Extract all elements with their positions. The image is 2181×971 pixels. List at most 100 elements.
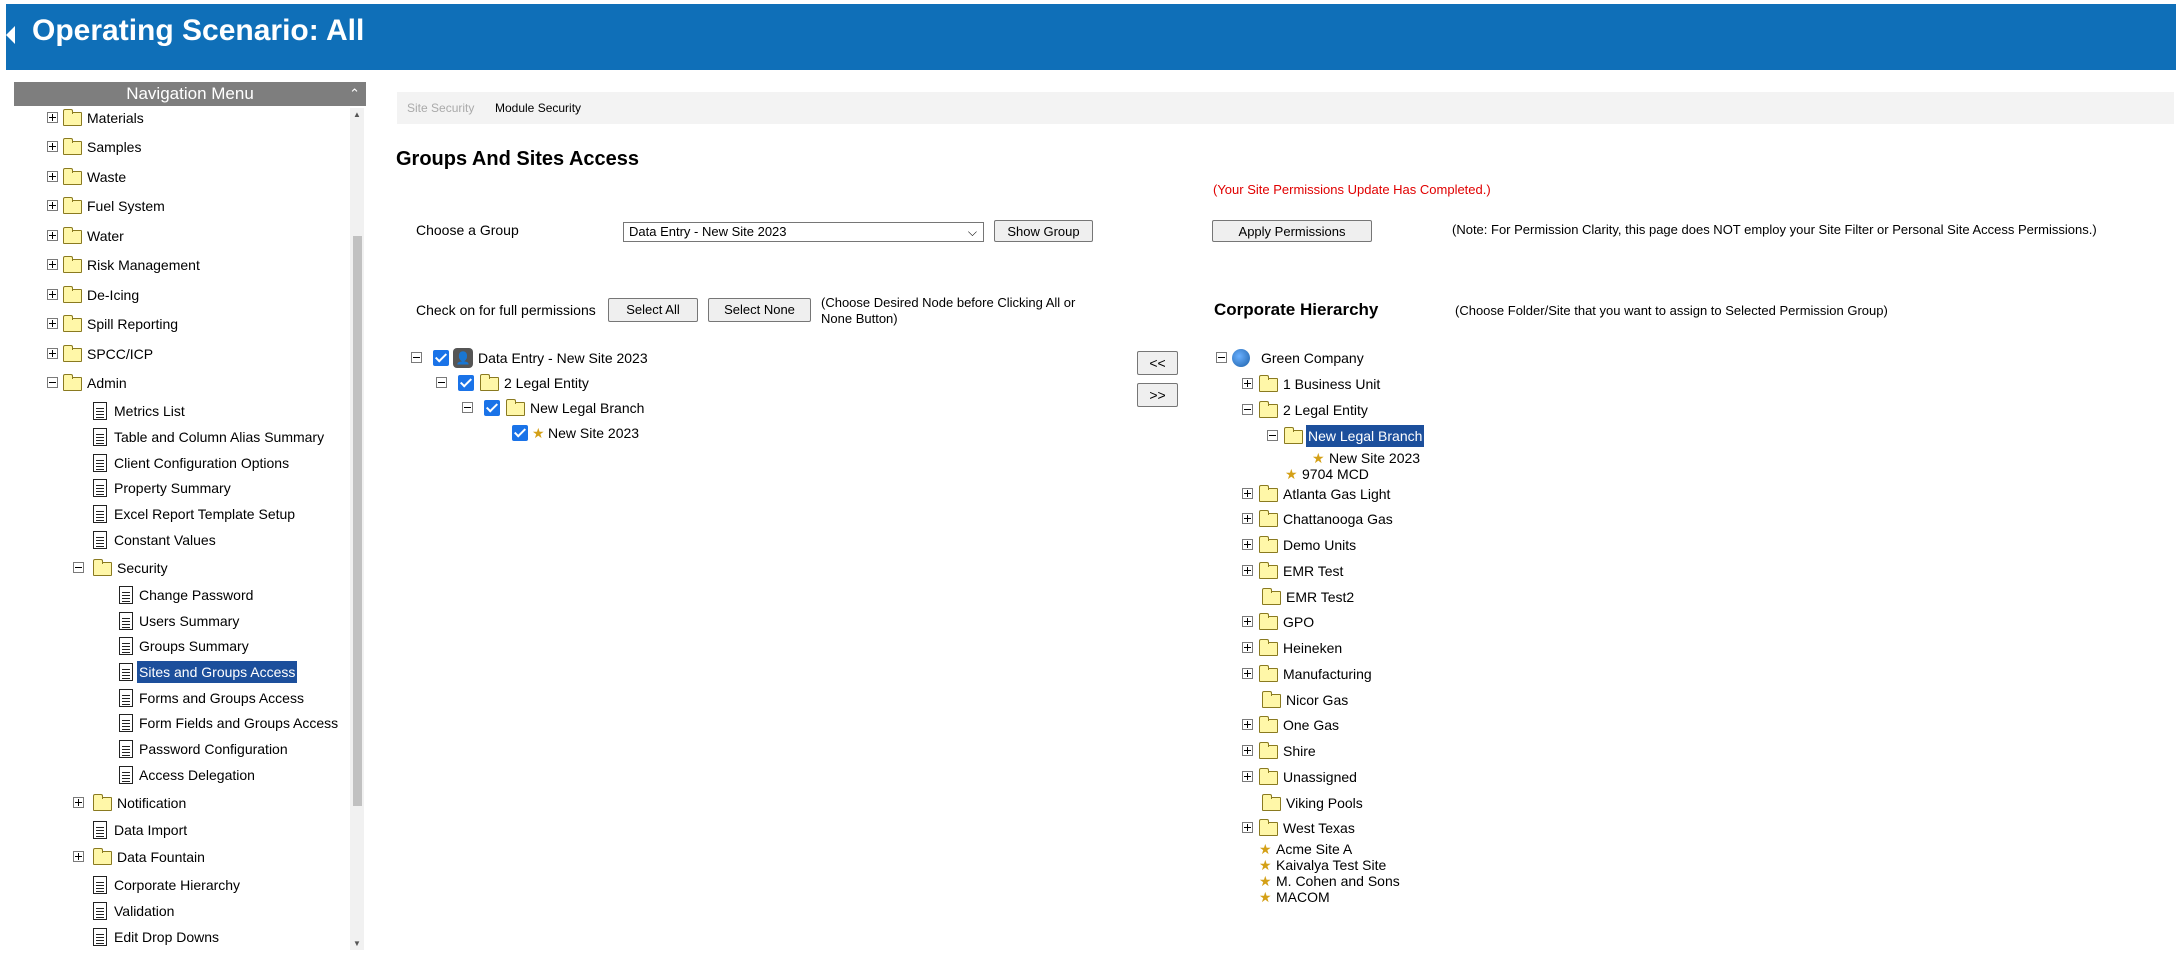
folder-icon [1262,588,1281,605]
hierarchy-note: (Choose Folder/Site that you want to ass… [1455,303,1888,318]
page-title: Operating Scenario: All [32,14,365,47]
expand-icon[interactable] [1242,513,1253,524]
choose-group-label: Choose a Group [416,222,519,238]
expand-icon[interactable] [1242,488,1253,499]
expand-icon[interactable] [47,318,58,329]
tab-module-security[interactable]: Module Security [495,92,581,124]
expand-icon[interactable] [47,141,58,152]
page-icon [119,714,133,732]
folder-icon [1262,794,1281,811]
expand-icon[interactable] [47,348,58,359]
page-icon [93,928,107,946]
nav-scrollbar[interactable]: ▲ ▼ [350,108,364,950]
corporate-hierarchy-heading: Corporate Hierarchy [1214,300,1379,319]
folder-icon [1259,742,1278,759]
page-icon [119,766,133,784]
expand-icon[interactable] [1242,565,1253,576]
show-group-button[interactable]: Show Group [994,220,1093,242]
security-tabs: Site Security Module Security [397,92,2174,124]
folder-icon [63,138,82,155]
collapse-icon[interactable] [73,562,84,573]
expand-icon[interactable] [47,112,58,123]
collapse-icon[interactable] [1242,404,1253,415]
collapse-icon[interactable] [462,402,473,413]
folder-icon [63,168,82,185]
collapse-icon[interactable] [436,377,447,388]
globe-icon [1232,349,1250,367]
expand-icon[interactable] [1242,745,1253,756]
folder-icon [1259,485,1278,502]
expand-icon[interactable] [1242,771,1253,782]
collapse-arrow-icon[interactable] [6,26,15,44]
folder-icon [1259,716,1278,733]
folder-icon [1259,613,1278,630]
select-all-button[interactable]: Select All [608,298,698,322]
folder-icon [1259,819,1278,836]
expand-icon[interactable] [1242,539,1253,550]
folder-icon [1259,562,1278,579]
expand-icon[interactable] [1242,616,1253,627]
page-icon [119,663,133,681]
check-on-label: Check on for full permissions [416,302,596,318]
folder-icon [1259,375,1278,392]
collapse-icon[interactable] [47,377,58,388]
collapse-icon[interactable] [1216,352,1227,363]
expand-icon[interactable] [47,200,58,211]
apply-permissions-button[interactable]: Apply Permissions [1212,220,1372,242]
select-none-button[interactable]: Select None [708,298,811,322]
scroll-up-icon[interactable]: ▲ [353,110,361,119]
checkbox-checked[interactable] [433,350,449,366]
page-icon [93,454,107,472]
folder-icon [63,315,82,332]
folder-icon [1259,665,1278,682]
folder-icon [1262,691,1281,708]
section-heading: Groups And Sites Access [396,148,640,170]
checkbox-checked[interactable] [458,375,474,391]
expand-icon[interactable] [1242,642,1253,653]
folder-icon [63,345,82,362]
tab-site-security[interactable]: Site Security [407,92,474,124]
checkbox-checked[interactable] [512,425,528,441]
expand-icon[interactable] [47,230,58,241]
expand-icon[interactable] [1242,378,1253,389]
expand-icon[interactable] [1242,668,1253,679]
collapse-icon[interactable] [411,352,422,363]
expand-icon[interactable] [1242,719,1253,730]
page-icon [119,612,133,630]
page-icon [119,689,133,707]
folder-icon [93,848,112,865]
page-icon [93,821,107,839]
clarity-note: (Note: For Permission Clarity, this page… [1452,222,2097,237]
expand-icon[interactable] [73,851,84,862]
expand-icon[interactable] [1242,822,1253,833]
collapse-icon[interactable] [1267,430,1278,441]
move-left-button[interactable]: << [1137,351,1178,375]
nav-scroll-thumb[interactable] [353,236,362,806]
move-right-button[interactable]: >> [1137,383,1178,407]
folder-icon [63,227,82,244]
page-icon [93,479,107,497]
expand-icon[interactable] [73,797,84,808]
folder-icon [63,374,82,391]
checkbox-checked[interactable] [484,400,500,416]
page-icon [119,740,133,758]
page-icon [93,531,107,549]
folder-icon [1259,510,1278,527]
top-header: Operating Scenario: All [6,4,2176,70]
expand-icon[interactable] [47,259,58,270]
expand-icon[interactable] [47,289,58,300]
group-select[interactable]: Data Entry - New Site 2023 ⌵ [623,222,984,242]
navigation-panel: Navigation Menu ⌃ ▲ ▼ Materials Samples … [14,82,366,950]
folder-icon [1259,536,1278,553]
choose-node-note-line1: (Choose Desired Node before Clicking All… [821,295,1076,310]
navigation-menu-header: Navigation Menu ⌃ [14,82,366,106]
page-icon [93,876,107,894]
folder-icon [63,109,82,126]
group-icon: 👤 [453,348,473,368]
scroll-down-icon[interactable]: ▼ [353,939,361,948]
expand-icon[interactable] [47,171,58,182]
page-icon [93,505,107,523]
folder-icon [93,794,112,811]
collapse-chevron-icon[interactable]: ⌃ [349,82,360,106]
folder-icon [1284,427,1303,444]
